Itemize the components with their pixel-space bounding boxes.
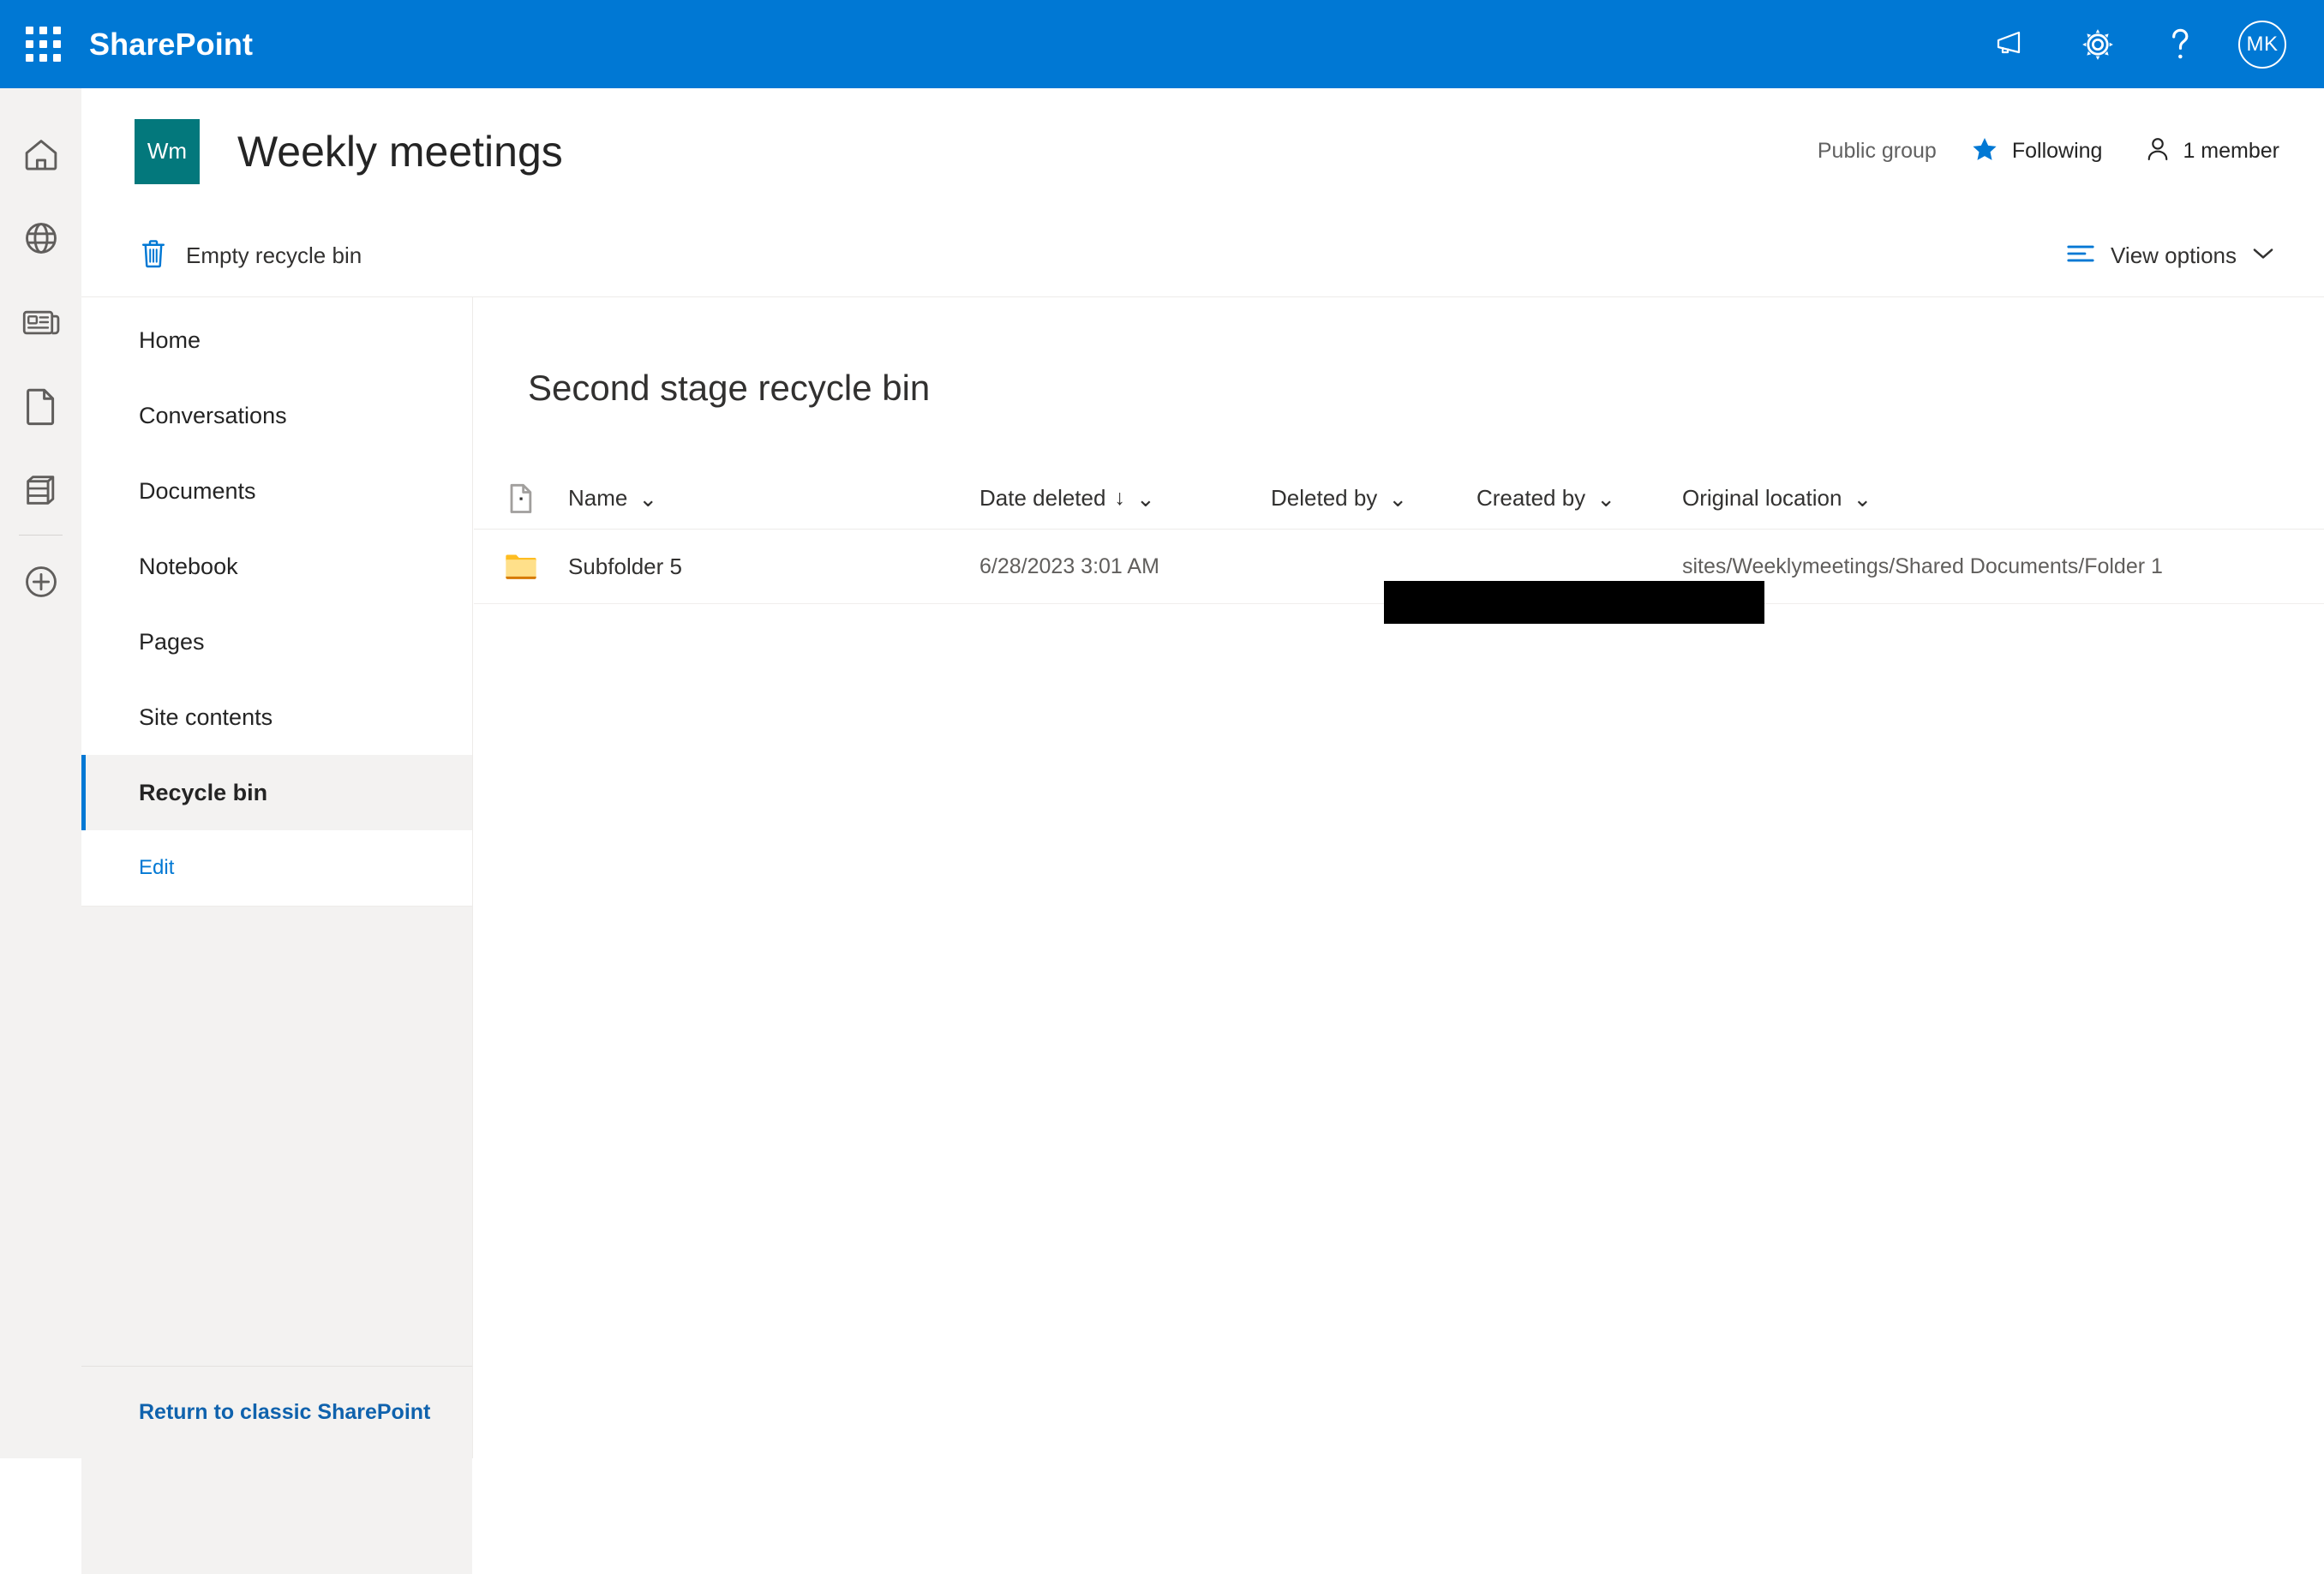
column-header-label: Original location (1682, 485, 1842, 511)
document-icon[interactable] (0, 364, 81, 448)
chevron-down-icon: ⌄ (1596, 485, 1615, 512)
table-header-row: Name ⌄ Date deleted ↓ ⌄ Deleted by ⌄ Cre… (474, 468, 2324, 530)
avatar-initials: MK (2238, 20, 2286, 69)
news-icon[interactable] (0, 280, 81, 364)
chevron-down-icon: ⌄ (638, 485, 658, 512)
edit-nav-label: Edit (139, 856, 175, 879)
row-date-deleted: 6/28/2023 3:01 AM (979, 554, 1159, 578)
view-options-label: View options (2111, 242, 2237, 268)
nav-list: Home Conversations Documents Notebook Pa… (81, 297, 472, 906)
chevron-down-icon (2252, 247, 2274, 265)
follow-button[interactable]: Following (1971, 136, 2103, 167)
sidebar-item-documents[interactable]: Documents (81, 453, 472, 529)
command-bar: Empty recycle bin View options (81, 214, 2324, 297)
lists-icon[interactable] (0, 448, 81, 532)
app-launcher-icon[interactable] (0, 0, 86, 88)
create-icon[interactable] (0, 540, 81, 624)
main-content: Second stage recycle bin Name ⌄ Date del… (474, 297, 2324, 1458)
view-options-button[interactable]: View options (2061, 234, 2279, 278)
follow-label: Following (2011, 139, 2103, 163)
members-button[interactable]: 1 member (2145, 135, 2279, 167)
column-header-date-deleted[interactable]: Date deleted ↓ ⌄ (979, 485, 1271, 512)
empty-recycle-bin-button[interactable]: Empty recycle bin (135, 230, 367, 282)
chevron-down-icon: ⌄ (1388, 485, 1408, 512)
left-nav: Home Conversations Documents Notebook Pa… (81, 297, 473, 1574)
sidebar-item-label: Recycle bin (139, 779, 268, 805)
row-original-location: sites/Weeklymeetings/Shared Documents/Fo… (1682, 554, 2163, 578)
help-icon[interactable] (2139, 0, 2221, 88)
edit-nav-link[interactable]: Edit (81, 830, 472, 906)
page-title[interactable]: Weekly meetings (237, 127, 563, 177)
sort-descending-icon: ↓ (1114, 486, 1125, 510)
column-header-label: Name (568, 485, 628, 511)
site-privacy-label: Public group (1817, 139, 1937, 163)
sidebar-item-pages[interactable]: Pages (81, 604, 472, 679)
column-header-label: Created by (1476, 485, 1586, 511)
sidebar-item-label: Pages (139, 628, 205, 655)
gear-icon[interactable] (2057, 0, 2139, 88)
recycle-bin-page-title: Second stage recycle bin (528, 368, 931, 408)
sidebar-item-label: Documents (139, 477, 256, 504)
sidebar-item-recycle-bin[interactable]: Recycle bin (81, 755, 472, 830)
person-icon (2145, 135, 2171, 167)
site-logo: Wm (135, 118, 200, 184)
sidebar-item-label: Notebook (139, 553, 238, 579)
column-header-label: Deleted by (1271, 485, 1378, 511)
site-meta: Public group Following 1 member (1818, 135, 2279, 167)
list-view-icon (2066, 242, 2095, 269)
folder-icon (474, 552, 568, 581)
classic-link-label: Return to classic SharePoint (139, 1400, 431, 1424)
sidebar-item-notebook[interactable]: Notebook (81, 529, 472, 604)
column-header-name[interactable]: Name ⌄ (568, 485, 979, 512)
sidebar-item-home[interactable]: Home (81, 302, 472, 378)
sidebar-item-label: Conversations (139, 402, 287, 428)
waffle-grid (25, 27, 61, 62)
members-label: 1 member (2183, 139, 2279, 163)
column-header-label: Date deleted (979, 485, 1106, 511)
sidebar-item-label: Home (139, 326, 201, 353)
column-header-created-by[interactable]: Created by ⌄ (1476, 485, 1682, 512)
redaction-bar (1384, 581, 1764, 624)
home-icon[interactable] (0, 112, 81, 196)
suite-bar: SharePoint MK (0, 0, 2324, 88)
sidebar-item-label: Site contents (139, 703, 273, 730)
row-name: Subfolder 5 (568, 553, 682, 579)
empty-recycle-bin-label: Empty recycle bin (186, 242, 362, 268)
chevron-down-icon: ⌄ (1853, 485, 1872, 512)
star-icon (1971, 136, 1998, 167)
column-header-original-location[interactable]: Original location ⌄ (1682, 485, 2282, 512)
nav-filler (81, 906, 472, 1574)
suite-actions: MK (1974, 0, 2324, 88)
globe-icon[interactable] (0, 196, 81, 280)
trash-icon (140, 238, 167, 273)
chevron-down-icon: ⌄ (1135, 485, 1155, 512)
app-rail (0, 88, 81, 1458)
document-header-icon (474, 482, 568, 516)
sidebar-item-conversations[interactable]: Conversations (81, 378, 472, 453)
site-header: Wm Weekly meetings Public group Followin… (81, 88, 2324, 214)
megaphone-icon[interactable] (1974, 0, 2057, 88)
column-header-deleted-by[interactable]: Deleted by ⌄ (1271, 485, 1476, 512)
avatar[interactable]: MK (2221, 0, 2303, 88)
sharepoint-brand-link[interactable]: SharePoint (89, 27, 253, 63)
sidebar-item-site-contents[interactable]: Site contents (81, 679, 472, 755)
return-to-classic-sharepoint-link[interactable]: Return to classic SharePoint (81, 1366, 472, 1458)
rail-divider (19, 535, 63, 536)
